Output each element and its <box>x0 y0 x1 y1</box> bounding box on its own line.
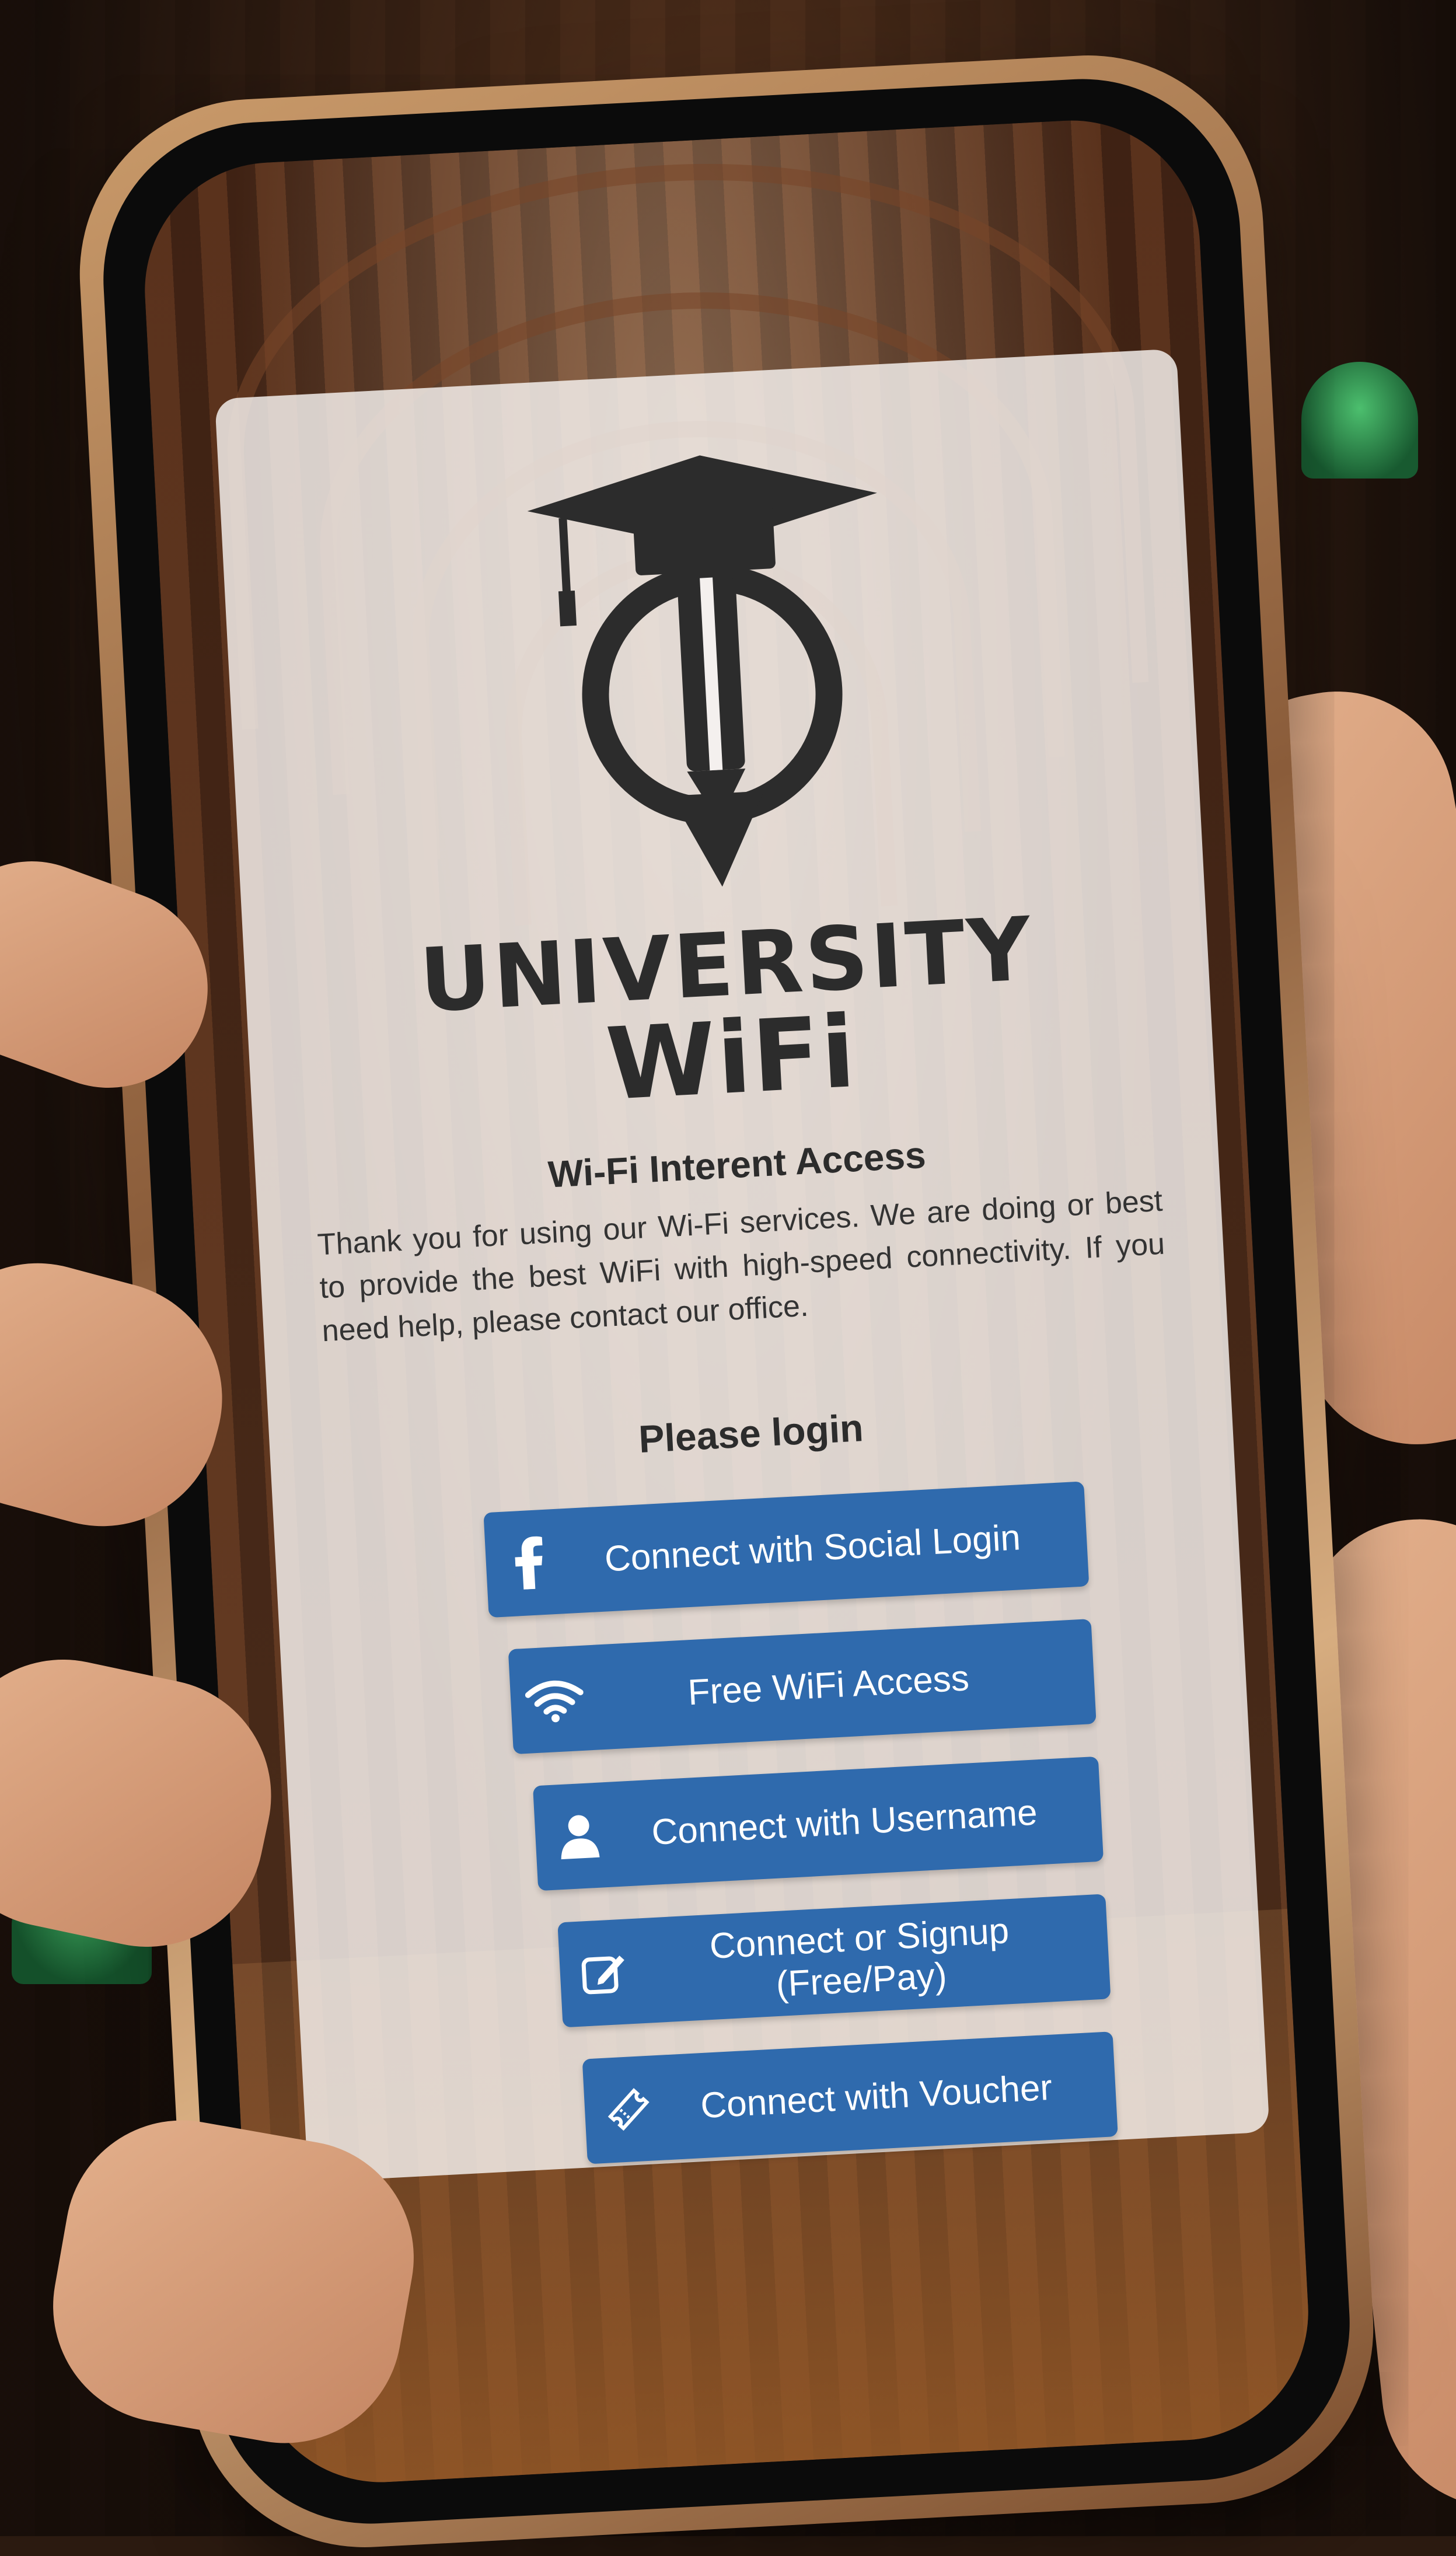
username-login-label: Connect with Username <box>650 1792 1039 1853</box>
wifi-icon <box>508 1645 601 1755</box>
free-wifi-button[interactable]: Free WiFi Access <box>508 1619 1097 1755</box>
signup-button[interactable]: Connect or Signup (Free/Pay) <box>557 1894 1111 2028</box>
user-icon <box>533 1782 626 1891</box>
green-lamp <box>1301 362 1418 479</box>
username-login-button[interactable]: Connect with Username <box>533 1756 1104 1891</box>
signup-label: Connect or Signup (Free/Pay) <box>708 1911 1010 2005</box>
facebook-icon <box>483 1508 576 1618</box>
social-login-label: Connect with Social Login <box>603 1517 1022 1579</box>
phone-screen: UNIVERSITY WiFi Wi-Fi Interent Access Th… <box>138 114 1315 2489</box>
social-login-button[interactable]: Connect with Social Login <box>483 1481 1090 1618</box>
login-heading: Please login <box>637 1406 865 1461</box>
ticket-icon <box>582 2055 675 2164</box>
edit-icon <box>557 1918 650 2028</box>
description-text: Thank you for using our Wi-Fi services. … <box>316 1183 1166 1349</box>
logo-text: UNIVERSITY WiFi <box>243 896 1214 1133</box>
voucher-label: Connect with Voucher <box>699 2067 1053 2126</box>
login-card: UNIVERSITY WiFi Wi-Fi Interent Access Th… <box>214 348 1270 2183</box>
voucher-button[interactable]: Connect with Voucher <box>582 2031 1118 2164</box>
graduation-pencil-logo-icon <box>527 455 877 887</box>
free-wifi-label: Free WiFi Access <box>687 1657 970 1713</box>
login-options: Connect with Social Login Free WiFi Acce… <box>483 1481 1119 2200</box>
